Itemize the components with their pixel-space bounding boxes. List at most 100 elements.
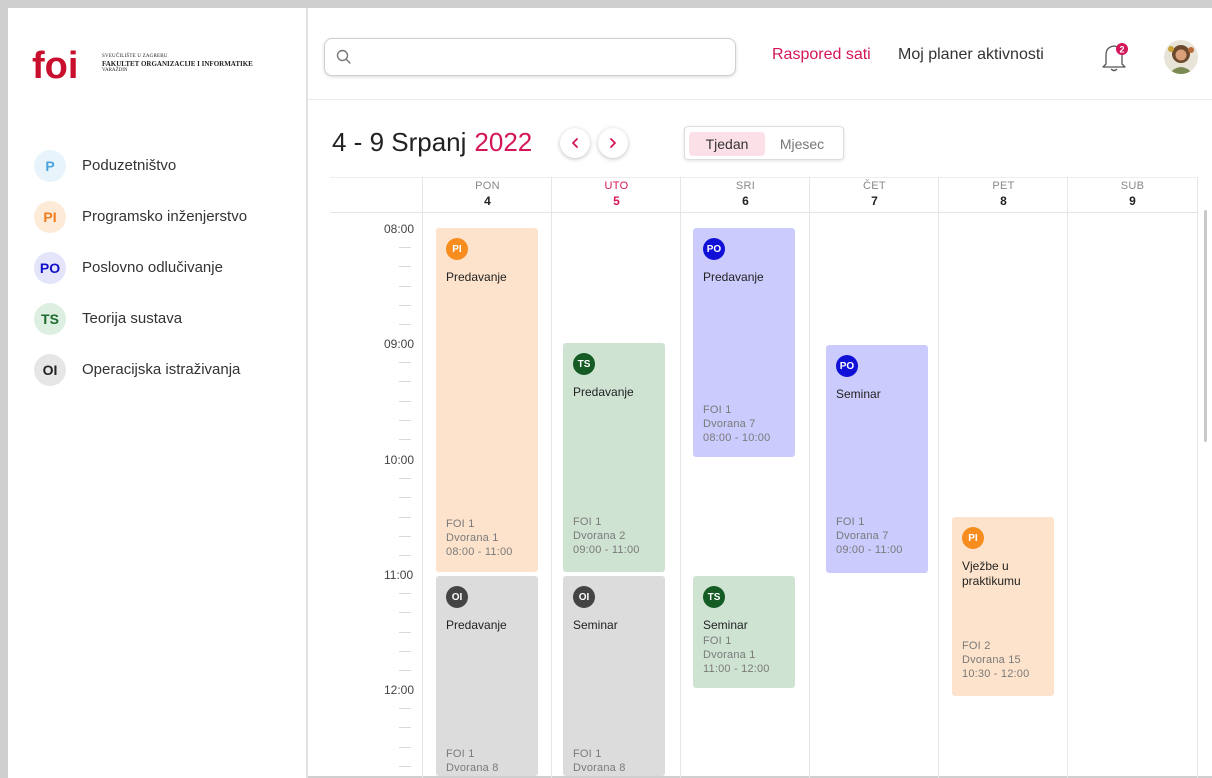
day-header-sub[interactable]: SUB 9 <box>1068 180 1197 208</box>
time-label-0800: 08:00 <box>384 222 415 236</box>
calendar-title: 4 - 9 Srpanj 2022 <box>332 127 532 158</box>
event-room: Dvorana 8 <box>446 762 499 774</box>
event-room: Dvorana 15 <box>962 654 1021 666</box>
course-item-programsko-inzenjerstvo[interactable]: PI Programsko inženjerstvo <box>34 191 247 242</box>
time-tick <box>399 708 411 710</box>
event-title: Predavanje <box>703 270 764 284</box>
notification-bell-icon[interactable]: 2 <box>1100 40 1130 74</box>
event-pi-vjezbe[interactable]: PI Vježbe u praktikumu FOI 2 Dvorana 15 … <box>952 517 1054 696</box>
event-po-seminar[interactable]: PO Seminar FOI 1 Dvorana 7 09:00 - 11:00 <box>826 345 928 573</box>
time-tick <box>399 247 411 249</box>
course-item-poduzetnistvo[interactable]: P Poduzetništvo <box>34 140 247 191</box>
day-name: PON <box>475 180 500 192</box>
grid-line <box>551 177 552 778</box>
event-po-predavanje[interactable]: PO Predavanje FOI 1 Dvorana 7 08:00 - 10… <box>693 228 795 457</box>
time-tick <box>399 670 411 671</box>
grid-line <box>422 177 423 778</box>
view-month-button[interactable]: Mjesec <box>767 132 837 156</box>
event-location: FOI 1 <box>573 748 602 760</box>
next-week-button[interactable] <box>598 128 628 158</box>
event-info: FOI 1 Dvorana 8 <box>446 747 499 775</box>
time-tick <box>399 419 411 421</box>
foi-logo-mark: foi <box>32 45 78 84</box>
time-tick <box>399 362 411 364</box>
event-badge-po: PO <box>836 355 858 377</box>
course-label: Operacijska istraživanja <box>82 361 241 378</box>
event-info: FOI 1 Dvorana 1 08:00 - 11:00 <box>446 517 513 559</box>
event-info: FOI 1 Dvorana 1 11:00 - 12:00 <box>703 634 770 676</box>
event-badge-ts: TS <box>703 586 725 608</box>
time-tick <box>399 400 411 402</box>
time-label-1000: 10:00 <box>384 453 415 467</box>
time-tick <box>399 555 411 556</box>
day-header-uto[interactable]: UTO 5 <box>552 180 681 208</box>
time-tick <box>399 285 411 287</box>
event-location: FOI 1 <box>703 404 732 416</box>
day-number: 5 <box>613 194 620 208</box>
search-icon <box>336 49 351 64</box>
event-time: 10:30 - 12:00 <box>962 668 1030 680</box>
event-location: FOI 1 <box>836 516 865 528</box>
calendar-year: 2022 <box>474 127 533 157</box>
day-header-pon[interactable]: PON 4 <box>423 180 552 208</box>
event-time: 11:00 - 12:00 <box>703 663 770 675</box>
course-badge-ts: TS <box>34 302 66 335</box>
event-badge-po: PO <box>703 238 725 260</box>
time-tick <box>399 612 411 614</box>
nav-link-moj-planer[interactable]: Moj planer aktivnosti <box>898 46 1044 64</box>
course-item-poslovno-odlucivanje[interactable]: PO Poslovno odlučivanje <box>34 242 247 293</box>
event-info: FOI 1 Dvorana 8 <box>573 747 626 775</box>
day-name: UTO <box>604 180 629 192</box>
event-info: FOI 1 Dvorana 7 08:00 - 10:00 <box>703 403 770 445</box>
course-label: Programsko inženjerstvo <box>82 208 248 225</box>
event-title: Vježbe u praktikumu <box>962 559 1021 588</box>
time-tick <box>399 631 411 633</box>
event-location: FOI 1 <box>573 516 602 528</box>
event-room: Dvorana 1 <box>703 649 756 661</box>
course-label: Poduzetništvo <box>82 157 177 174</box>
event-location: FOI 1 <box>446 518 475 530</box>
day-number: 7 <box>871 194 878 208</box>
event-ts-predavanje[interactable]: TS Predavanje FOI 1 Dvorana 2 09:00 - 11… <box>563 343 665 572</box>
event-badge-pi: PI <box>962 527 984 549</box>
nav-link-raspored-sati[interactable]: Raspored sati <box>772 46 871 64</box>
event-oi-seminar[interactable]: OI Seminar FOI 1 Dvorana 8 <box>563 576 665 776</box>
avatar[interactable] <box>1164 40 1198 74</box>
day-header-sri[interactable]: SRI 6 <box>681 180 810 208</box>
event-ts-seminar[interactable]: TS Seminar FOI 1 Dvorana 1 11:00 - 12:00 <box>693 576 795 688</box>
event-room: Dvorana 2 <box>573 530 626 542</box>
event-info: FOI 2 Dvorana 15 10:30 - 12:00 <box>962 639 1029 681</box>
scrollbar-thumb[interactable] <box>1204 210 1207 442</box>
day-header-cet[interactable]: ČET 7 <box>810 180 939 208</box>
time-tick <box>399 727 411 729</box>
event-badge-oi: OI <box>573 586 595 608</box>
course-item-teorija-sustava[interactable]: TS Teorija sustava <box>34 293 247 344</box>
event-pi-predavanje[interactable]: PI Predavanje FOI 1 Dvorana 1 08:00 - 11… <box>436 228 538 572</box>
event-room: Dvorana 7 <box>836 530 889 542</box>
time-tick <box>399 497 411 499</box>
time-tick <box>399 266 411 268</box>
time-tick <box>399 765 411 767</box>
time-label-1200: 12:00 <box>384 683 415 697</box>
event-info: FOI 1 Dvorana 2 09:00 - 11:00 <box>573 515 640 557</box>
event-badge-oi: OI <box>446 586 468 608</box>
day-name: PET <box>992 180 1015 192</box>
time-tick <box>399 324 411 325</box>
sidebar-divider <box>306 8 308 778</box>
event-title: Seminar <box>573 618 618 632</box>
day-header-pet[interactable]: PET 8 <box>939 180 1068 208</box>
search-input[interactable] <box>361 45 721 69</box>
view-week-button[interactable]: Tjedan <box>689 132 765 156</box>
foi-logo[interactable]: foi SVEUČILIŠTE U ZAGREBU FAKULTET ORGAN… <box>32 44 253 84</box>
view-toggle: Tjedan Mjesec <box>684 126 844 160</box>
logo-text: SVEUČILIŠTE U ZAGREBU FAKULTET ORGANIZAC… <box>102 54 253 74</box>
calendar-range: 4 - 9 Srpanj <box>332 127 467 157</box>
event-room: Dvorana 1 <box>446 532 499 544</box>
course-item-operacijska-istrazivanja[interactable]: OI Operacijska istraživanja <box>34 344 247 395</box>
event-room: Dvorana 8 <box>573 762 626 774</box>
prev-week-button[interactable] <box>560 128 590 158</box>
course-badge-oi: OI <box>34 353 66 386</box>
event-oi-predavanje[interactable]: OI Predavanje FOI 1 Dvorana 8 <box>436 576 538 776</box>
event-location: FOI 1 <box>703 635 732 647</box>
course-badge-p: P <box>34 149 66 182</box>
